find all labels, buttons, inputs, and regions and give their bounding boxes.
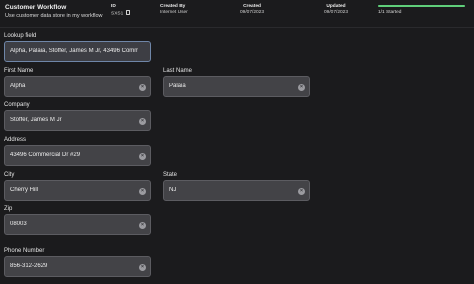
city-label: City	[4, 172, 15, 178]
clear-icon[interactable]: ×	[298, 187, 305, 195]
last-name-input[interactable]: Palaia ×	[163, 76, 310, 97]
company-label: Company	[4, 102, 30, 108]
lookup-input-value: Alpha, Palaia, Stoffer, James M Jr, 4349…	[10, 48, 138, 54]
copy-icon[interactable]	[126, 10, 131, 15]
meta-created-value: 09/07/2023	[239, 10, 264, 15]
clear-icon[interactable]: ×	[139, 152, 146, 160]
progress-bar	[378, 5, 465, 7]
clear-icon[interactable]: ×	[139, 187, 146, 195]
meta-updated: Updated 09/07/2023	[316, 4, 356, 16]
address-input[interactable]: 43496 Commercial Dr #29 ×	[4, 145, 151, 166]
first-name-value: Alpha	[10, 83, 26, 89]
first-name-label: First Name	[4, 68, 34, 74]
address-value: 43496 Commercial Dr #29	[10, 152, 81, 158]
clear-icon[interactable]: ×	[139, 263, 146, 271]
clear-icon[interactable]: ×	[139, 117, 146, 125]
lookup-field-label: Lookup field	[4, 33, 37, 39]
zip-value: 08003	[10, 221, 27, 227]
last-name-label: Last Name	[163, 68, 193, 74]
meta-created-by: Created By Internet User	[160, 4, 200, 16]
meta-created-by-value: Internet User	[160, 10, 188, 15]
phone-input[interactable]: 856-312-2629 ×	[4, 256, 151, 277]
last-name-value: Palaia	[169, 83, 186, 89]
state-label: State	[163, 172, 178, 178]
meta-created: Created 09/07/2023	[232, 4, 272, 16]
clear-icon[interactable]: ×	[139, 83, 146, 91]
state-value: NJ	[169, 187, 177, 193]
city-input[interactable]: Cherry Hill ×	[4, 180, 151, 201]
first-name-input[interactable]: Alpha ×	[4, 76, 151, 97]
clear-icon[interactable]: ×	[298, 83, 305, 91]
progress-text: 1/1 Started	[378, 10, 402, 15]
city-value: Cherry Hill	[10, 187, 39, 193]
workflow-title: Customer Workflow	[5, 4, 67, 11]
workflow-header: Customer Workflow Use customer data stor…	[0, 0, 474, 28]
meta-id: ID SXS1	[111, 4, 133, 18]
company-input[interactable]: Stoffer, James M Jr ×	[4, 110, 151, 131]
company-value: Stoffer, James M Jr	[10, 117, 62, 123]
meta-updated-value: 09/07/2023	[323, 10, 348, 15]
header-divider	[0, 27, 474, 28]
address-label: Address	[4, 137, 27, 143]
meta-id-value: SXS1	[111, 11, 124, 17]
clear-icon[interactable]: ×	[139, 221, 146, 229]
phone-label: Phone Number	[4, 248, 45, 254]
state-input[interactable]: NJ ×	[163, 180, 310, 201]
lookup-input[interactable]: Alpha, Palaia, Stoffer, James M Jr, 4349…	[4, 41, 151, 62]
zip-label: Zip	[4, 206, 13, 212]
customer-workflow-page: Customer Workflow Use customer data stor…	[0, 0, 474, 284]
phone-value: 856-312-2629	[10, 263, 48, 269]
zip-input[interactable]: 08003 ×	[4, 214, 151, 235]
workflow-subtitle: Use customer data store in my workflow	[5, 13, 103, 19]
progress-bar-fill	[378, 5, 465, 7]
